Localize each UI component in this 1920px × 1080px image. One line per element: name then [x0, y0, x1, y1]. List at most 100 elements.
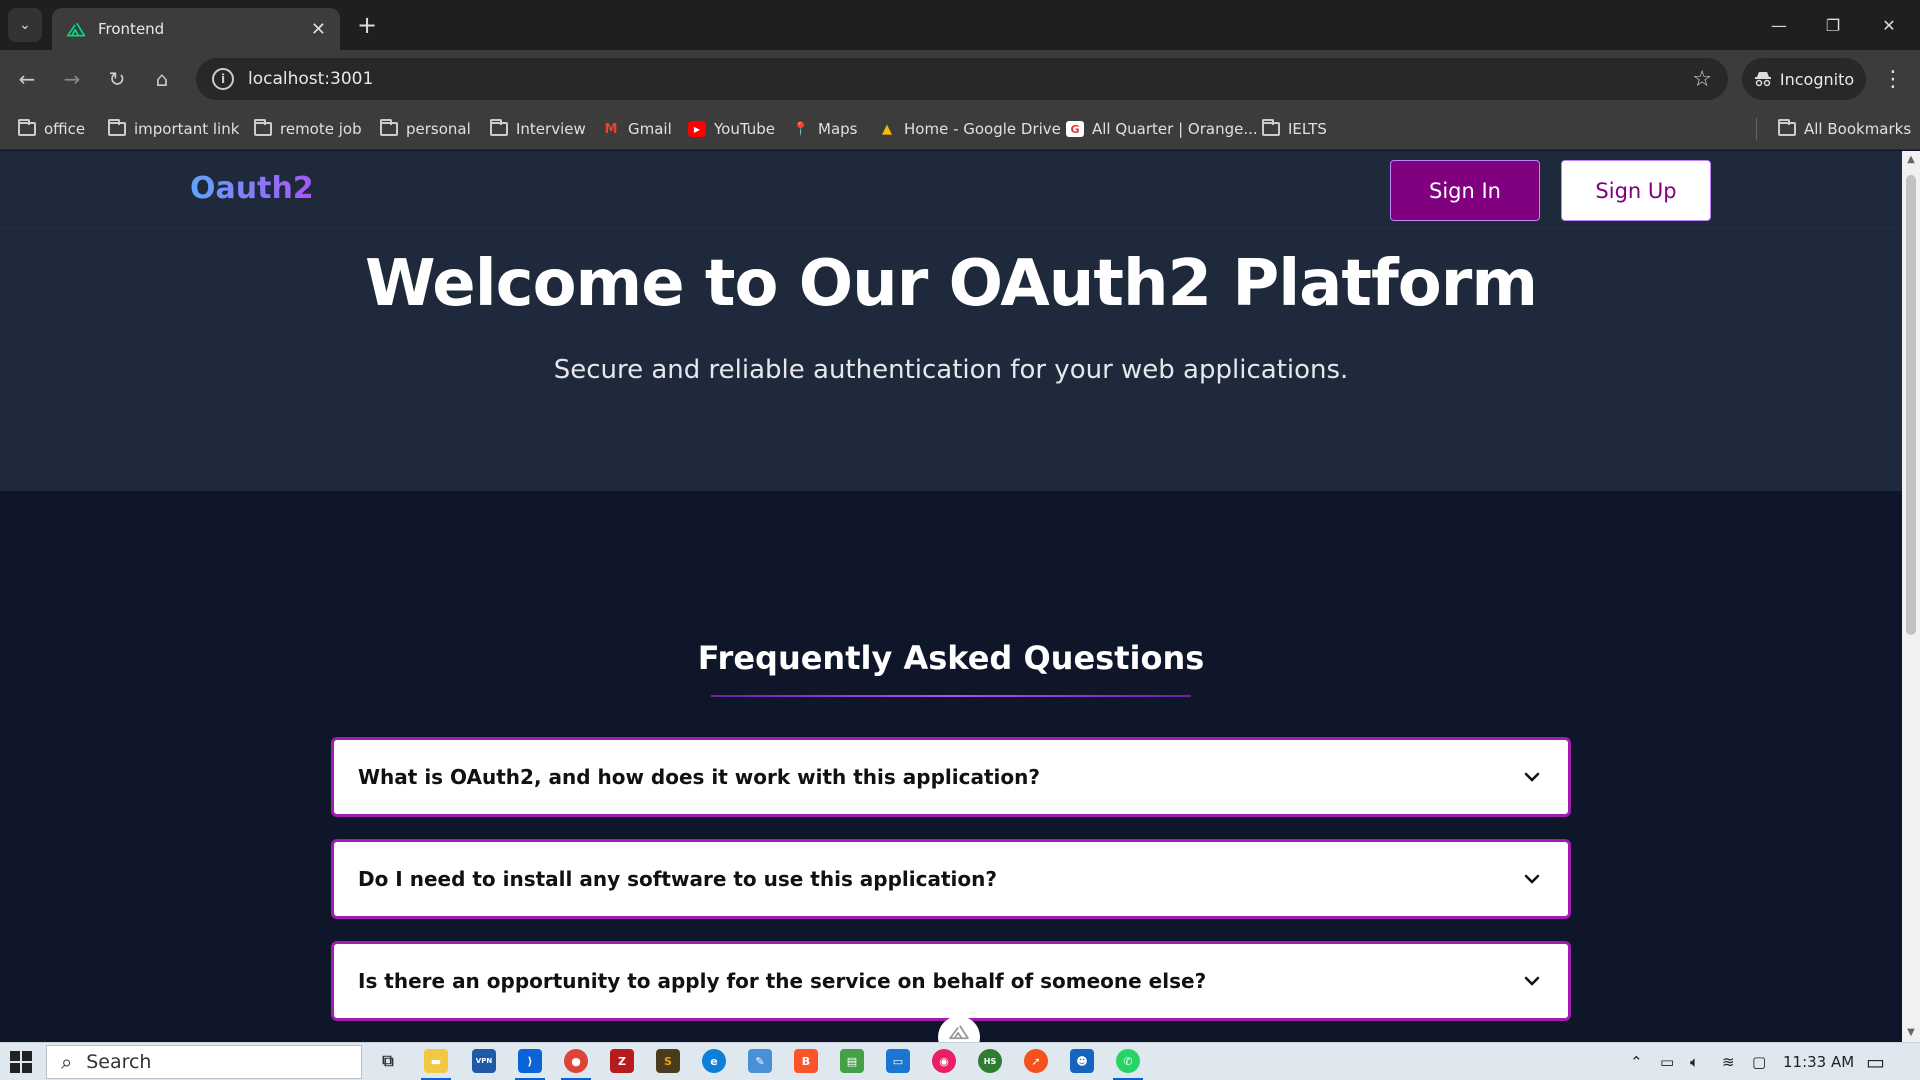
folder-icon: [1778, 119, 1796, 137]
whatsapp-icon[interactable]: ✆: [1116, 1049, 1140, 1073]
filezilla-icon[interactable]: Z: [610, 1049, 634, 1073]
bookmark-label: Home - Google Drive: [904, 120, 1061, 138]
maps-icon: 📍: [792, 121, 810, 137]
bookmark-item[interactable]: important link: [108, 108, 239, 150]
gmail-icon: M: [604, 121, 618, 137]
hero-title: Welcome to Our OAuth2 Platform: [364, 247, 1538, 321]
tray-chevron-up-icon[interactable]: ⌃: [1630, 1043, 1643, 1080]
bookmark-item[interactable]: M Gmail: [602, 108, 672, 150]
sublime-icon[interactable]: S: [656, 1049, 680, 1073]
browser-tab[interactable]: Frontend ✕: [52, 8, 340, 50]
hero-subtitle: Secure and reliable authentication for y…: [553, 355, 1349, 385]
sign-up-button[interactable]: Sign Up: [1561, 160, 1711, 221]
bookmark-label: personal: [406, 120, 471, 138]
taskbar-search[interactable]: ⌕ Search: [46, 1045, 362, 1079]
drive-icon: ▲: [882, 121, 892, 137]
clock-time[interactable]: 11:33 AM: [1783, 1043, 1854, 1080]
app-pink-icon[interactable]: ◉: [932, 1049, 956, 1073]
all-bookmarks-label: All Bookmarks: [1804, 120, 1912, 138]
address-bar[interactable]: i localhost:3001 ☆: [196, 58, 1728, 100]
tab-title: Frontend: [98, 20, 165, 38]
incognito-button[interactable]: Incognito: [1742, 58, 1866, 100]
bookmark-item[interactable]: IELTS: [1262, 108, 1327, 150]
penguin-app-icon[interactable]: ☻: [1070, 1049, 1094, 1073]
bookmark-item[interactable]: ▲ Home - Google Drive: [878, 108, 1061, 150]
faq-question: Is there an opportunity to apply for the…: [358, 969, 1207, 993]
bookmark-label: Interview: [516, 120, 586, 138]
nuxt-logo-icon: [949, 1025, 969, 1040]
minimize-icon[interactable]: —: [1756, 8, 1802, 42]
chrome-icon[interactable]: ●: [564, 1049, 588, 1073]
close-icon[interactable]: ✕: [311, 19, 326, 40]
faq-item[interactable]: Is there an opportunity to apply for the…: [331, 941, 1571, 1021]
chevron-down-icon[interactable]: [1520, 765, 1544, 789]
vscode-icon[interactable]: ⟩: [518, 1049, 542, 1073]
all-bookmarks-button[interactable]: All Bookmarks: [1778, 108, 1911, 150]
faq-item[interactable]: Do I need to install any software to use…: [331, 839, 1571, 919]
bookmark-label: All Quarter | Orange...: [1092, 120, 1258, 138]
incognito-label: Incognito: [1779, 69, 1855, 89]
battery-icon[interactable]: ▭: [1660, 1043, 1674, 1080]
folder-icon: [108, 119, 126, 137]
app-hs-icon[interactable]: HS: [978, 1049, 1002, 1073]
url-text[interactable]: localhost:3001: [248, 69, 1692, 89]
volume-icon[interactable]: 🔈︎: [1690, 1043, 1699, 1080]
restore-icon[interactable]: ❐: [1810, 8, 1856, 42]
window-close-icon[interactable]: ✕: [1866, 8, 1912, 42]
bookmark-star-icon[interactable]: ☆: [1692, 67, 1712, 92]
bookmarks-bar: office important link remote job persona…: [0, 108, 1920, 150]
scroll-down-icon[interactable]: ▼: [1906, 1028, 1916, 1038]
more-menu-icon[interactable]: ⋮: [1878, 62, 1908, 96]
home-icon[interactable]: ⌂: [145, 62, 179, 96]
page-scrollbar[interactable]: ▲ ▼: [1902, 151, 1920, 1042]
chevron-down-icon[interactable]: [1520, 969, 1544, 993]
display-icon[interactable]: ▢: [1752, 1043, 1766, 1080]
reload-icon[interactable]: ↻: [100, 62, 134, 96]
tab-search-button[interactable]: ⌄: [8, 8, 42, 42]
site-icon: G: [1066, 121, 1084, 137]
new-tab-button[interactable]: +: [352, 10, 382, 40]
chevron-down-icon: ⌄: [19, 17, 31, 33]
incognito-icon: [1754, 72, 1771, 87]
faq-item[interactable]: What is OAuth2, and how does it work wit…: [331, 737, 1571, 817]
folder-icon: [380, 119, 398, 137]
bookmarks-divider: [1756, 118, 1757, 140]
folder-icon: [18, 119, 36, 137]
bookmark-label: YouTube: [714, 120, 775, 138]
faq-title: Frequently Asked Questions: [697, 639, 1205, 677]
notes-icon[interactable]: ✎: [748, 1049, 772, 1073]
brave-icon[interactable]: B: [794, 1049, 818, 1073]
windows-start-icon[interactable]: [10, 1051, 32, 1073]
site-logo[interactable]: Oauth2: [190, 171, 314, 206]
bookmark-label: office: [44, 120, 86, 138]
scroll-up-icon[interactable]: ▲: [1906, 155, 1916, 165]
bookmark-item[interactable]: G All Quarter | Orange...: [1066, 108, 1258, 150]
notifications-icon[interactable]: ▭: [1866, 1043, 1885, 1080]
forward-arrow-icon[interactable]: →: [55, 62, 89, 96]
task-view-icon[interactable]: ⧉: [376, 1049, 400, 1073]
sheets-icon[interactable]: ▤: [840, 1049, 864, 1073]
back-arrow-icon[interactable]: ←: [10, 62, 44, 96]
wifi-icon[interactable]: ≋: [1722, 1043, 1735, 1080]
bookmark-label: remote job: [280, 120, 362, 138]
site-info-icon[interactable]: i: [212, 68, 234, 90]
scroll-thumb[interactable]: [1906, 175, 1916, 635]
bookmark-item[interactable]: personal: [380, 108, 471, 150]
browser-toolbar: ← → ↻ ⌂ i localhost:3001 ☆ Incognito ⋮: [0, 50, 1920, 108]
sign-in-button[interactable]: Sign In: [1390, 160, 1540, 221]
app-window-icon[interactable]: ▭: [886, 1049, 910, 1073]
bookmark-item[interactable]: 📍 Maps: [792, 108, 858, 150]
taskbar-search-label: Search: [86, 1051, 152, 1073]
faq-divider: [711, 695, 1191, 697]
vpn-icon[interactable]: VPN: [472, 1049, 496, 1073]
edge-icon[interactable]: e: [702, 1049, 726, 1073]
bookmark-item[interactable]: remote job: [254, 108, 362, 150]
bookmark-item[interactable]: Interview: [490, 108, 586, 150]
postman-icon[interactable]: ➚: [1024, 1049, 1048, 1073]
bookmark-item[interactable]: ▶ YouTube: [688, 108, 775, 150]
chevron-down-icon[interactable]: [1520, 867, 1544, 891]
faq-question: What is OAuth2, and how does it work wit…: [358, 765, 1040, 789]
file-explorer-icon[interactable]: ▬: [424, 1049, 448, 1073]
bookmark-item[interactable]: office: [18, 108, 85, 150]
page-viewport: Oauth2 Sign In Sign Up Welcome to Our OA…: [0, 151, 1902, 1042]
